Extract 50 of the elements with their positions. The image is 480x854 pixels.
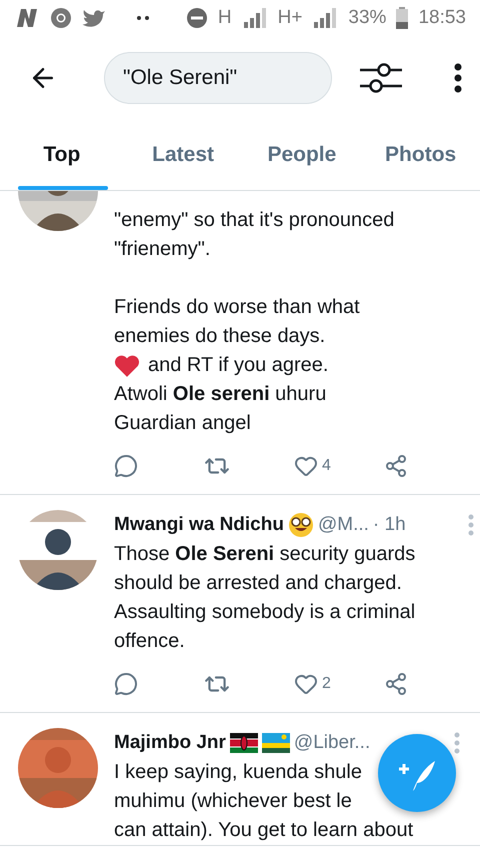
tab[interactable]: Latest xyxy=(124,120,242,190)
battery-percent: 33% xyxy=(348,7,386,29)
signal-icon xyxy=(242,8,268,28)
notification-icon xyxy=(14,8,40,28)
author-handle: @M... xyxy=(318,514,369,536)
network-type: H+ xyxy=(278,7,302,29)
browser-icon xyxy=(50,7,72,29)
reply-icon[interactable] xyxy=(114,454,138,478)
heart-icon xyxy=(114,354,140,378)
like-count: 4 xyxy=(322,457,331,475)
like-icon[interactable] xyxy=(294,672,318,696)
tweet-text: Guardian angel xyxy=(114,411,251,436)
do-not-disturb-icon xyxy=(186,7,208,29)
tweet-text: "enemy" so that it's pronounced xyxy=(114,208,394,233)
tweet-text: Those Ole Sereni security guards xyxy=(114,542,416,567)
share-icon[interactable] xyxy=(384,454,408,478)
author-name: Mwangi wa Ndichu xyxy=(114,514,284,536)
tweet-text: offence. xyxy=(114,629,185,654)
search-field[interactable]: "Ole Sereni" xyxy=(104,52,332,104)
tweet-text: Friends do worse than what xyxy=(114,295,360,320)
network-type: H xyxy=(218,7,232,29)
tab[interactable]: Top xyxy=(0,120,124,190)
tab[interactable]: People xyxy=(242,120,362,190)
author-handle: @Liber... xyxy=(294,732,370,754)
signal-icon xyxy=(312,8,338,28)
battery-icon xyxy=(396,7,408,29)
tweet-text: should be arrested and charged. xyxy=(114,571,402,596)
dots-icon xyxy=(136,15,150,21)
flag-icon xyxy=(230,733,258,753)
tweet-text: can attain). You get to learn about xyxy=(114,818,414,843)
tweet-text: enemies do these days. xyxy=(114,324,326,349)
share-icon[interactable] xyxy=(384,672,408,696)
clock: 18:53 xyxy=(418,7,466,29)
bird-icon xyxy=(82,8,106,28)
tweet-text: "frienemy". xyxy=(114,237,210,262)
tweet-text: Atwoli Ole sereni uhuru xyxy=(114,382,326,407)
tweet-time: · 1h xyxy=(372,514,406,536)
like-icon[interactable] xyxy=(294,454,318,478)
reply-icon[interactable] xyxy=(114,672,138,696)
tweet-text: I keep saying, kuenda shule xyxy=(114,760,362,785)
compose-button[interactable] xyxy=(378,734,456,812)
flag-icon xyxy=(262,733,290,753)
nerd-face-icon xyxy=(288,512,314,538)
tab[interactable]: Photos xyxy=(361,120,480,190)
tweet-text: muhimu (whichever best le xyxy=(114,789,352,814)
more-icon[interactable] xyxy=(454,63,462,93)
like-count: 2 xyxy=(322,675,331,693)
tweet-text: and RT if you agree. xyxy=(148,353,328,378)
tweet-text: Assaulting somebody is a criminal xyxy=(114,600,416,625)
author-name: Majimbo Jnr xyxy=(114,732,226,754)
